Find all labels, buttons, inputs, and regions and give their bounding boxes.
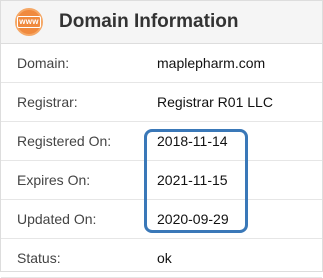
www-icon-text: www [17, 16, 41, 28]
domain-info-panel: www Domain Information Domain: maplephar… [0, 0, 323, 278]
www-icon: www [15, 8, 43, 36]
dates-highlight-box [144, 129, 248, 233]
row-status: Status: ok [1, 239, 322, 278]
row-label: Registered On: [17, 133, 112, 149]
row-value: ok [157, 250, 172, 266]
panel-title: Domain Information [59, 11, 239, 32]
panel-header: www Domain Information [1, 1, 322, 44]
row-label: Status: [17, 250, 61, 266]
row-domain: Domain: maplepharm.com [1, 44, 322, 83]
row-label: Updated On: [17, 211, 97, 227]
row-value: Registrar R01 LLC [157, 94, 273, 110]
row-value: maplepharm.com [157, 55, 266, 71]
row-label: Domain: [17, 55, 70, 71]
row-label: Registrar: [17, 94, 78, 110]
row-label: Expires On: [17, 172, 91, 188]
row-registrar: Registrar: Registrar R01 LLC [1, 83, 322, 122]
